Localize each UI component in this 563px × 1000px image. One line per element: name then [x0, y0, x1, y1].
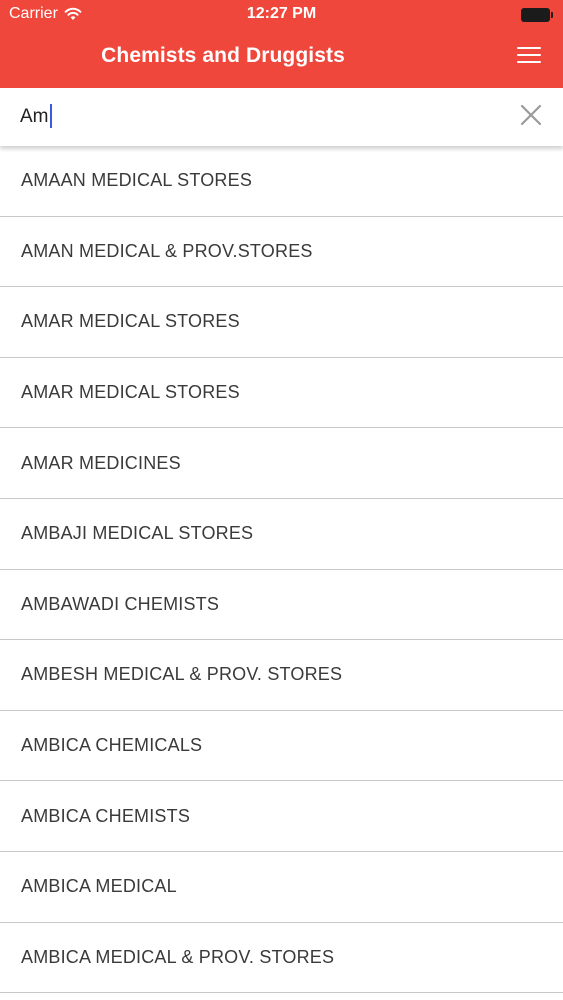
- battery-icon: [521, 8, 553, 22]
- page-title: Chemists and Druggists: [101, 44, 345, 67]
- menu-icon[interactable]: [517, 47, 541, 67]
- list-item[interactable]: AMBICA MEDICAL & PROV. STORES: [0, 923, 563, 994]
- app-header: Carrier 12:27 PM Chemists and Druggists: [0, 0, 563, 88]
- results-list: AMAAN MEDICAL STORES AMAN MEDICAL & PROV.…: [0, 146, 563, 1000]
- list-item[interactable]: AMBICA CHEMICALS: [0, 711, 563, 782]
- list-item[interactable]: AMAR MEDICAL STORES: [0, 287, 563, 358]
- list-item[interactable]: AMBAJI MEDICAL STORES: [0, 499, 563, 570]
- search-input[interactable]: [20, 102, 490, 132]
- status-bar: Carrier 12:27 PM: [0, 0, 563, 30]
- list-item[interactable]: AMAN MEDICAL & PROV.STORES: [0, 217, 563, 288]
- list-item[interactable]: AMAR MEDICINES: [0, 428, 563, 499]
- search-bar: [0, 88, 563, 146]
- list-item[interactable]: AMBESH MEDICAL & PROV. STORES: [0, 640, 563, 711]
- list-item[interactable]: AMAR MEDICAL STORES: [0, 358, 563, 429]
- list-item[interactable]: AMBAWADI CHEMISTS: [0, 570, 563, 641]
- list-item[interactable]: AMBICA MEDICAL: [0, 852, 563, 923]
- list-item[interactable]: AMAAN MEDICAL STORES: [0, 146, 563, 217]
- status-time: 12:27 PM: [246, 5, 317, 22]
- list-item[interactable]: AMBICA CHEMISTS: [0, 781, 563, 852]
- text-caret: [49, 104, 52, 128]
- close-icon[interactable]: [517, 101, 545, 129]
